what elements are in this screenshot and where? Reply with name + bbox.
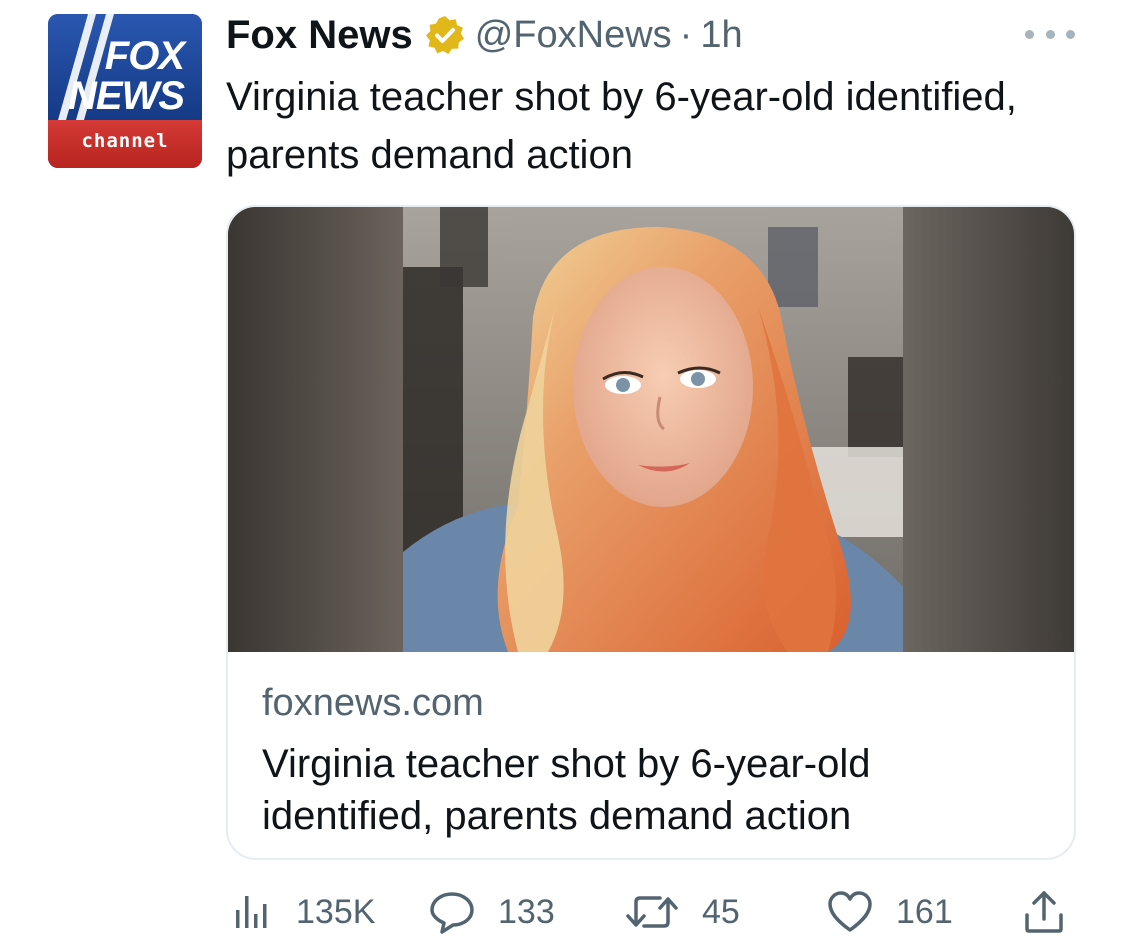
reply-icon	[430, 892, 474, 934]
retweet-icon	[626, 896, 678, 928]
card-meta[interactable]: foxnews.com Virginia teacher shot by 6-y…	[228, 652, 1074, 858]
separator-dot: ·	[679, 13, 693, 56]
tweet-header: Fox News @FoxNews · 1h	[226, 10, 743, 60]
views-count: 135K	[296, 892, 376, 931]
tweet-text: Virginia teacher shot by 6-year-old iden…	[226, 75, 1017, 177]
like-button[interactable]: 161	[826, 880, 953, 944]
views-button[interactable]: 135K	[230, 880, 375, 944]
card-title: Virginia teacher shot by 6-year-old iden…	[262, 742, 871, 838]
more-icon[interactable]	[1025, 24, 1075, 44]
author-name[interactable]: Fox News	[226, 13, 413, 58]
retweet-count: 45	[702, 892, 740, 931]
more-dot	[1066, 29, 1075, 39]
reply-button[interactable]: 133	[428, 880, 555, 944]
share-icon	[1025, 891, 1063, 933]
avatar-logo-fox: FOX	[104, 34, 185, 78]
like-icon	[828, 891, 872, 932]
card-domain: foxnews.com	[262, 682, 484, 724]
author-handle[interactable]: @FoxNews	[475, 14, 672, 57]
more-dot	[1025, 29, 1034, 39]
avatar[interactable]: FOX NEWS channel	[48, 14, 202, 168]
views-icon	[236, 896, 267, 928]
avatar-logo-news: NEWS	[68, 74, 185, 118]
like-count: 161	[896, 892, 953, 931]
avatar-logo-channel: channel	[81, 130, 169, 152]
more-dot	[1045, 29, 1055, 39]
link-card[interactable]: foxnews.com Virginia teacher shot by 6-y…	[226, 205, 1076, 860]
action-bar: 135K 133 45 161	[226, 880, 1076, 944]
verified-icon	[425, 16, 464, 54]
card-image[interactable]	[228, 207, 1076, 652]
share-button[interactable]	[1022, 880, 1088, 944]
tweet-time[interactable]: 1h	[700, 14, 742, 57]
reply-count: 133	[498, 892, 555, 931]
retweet-button[interactable]: 45	[624, 880, 740, 944]
